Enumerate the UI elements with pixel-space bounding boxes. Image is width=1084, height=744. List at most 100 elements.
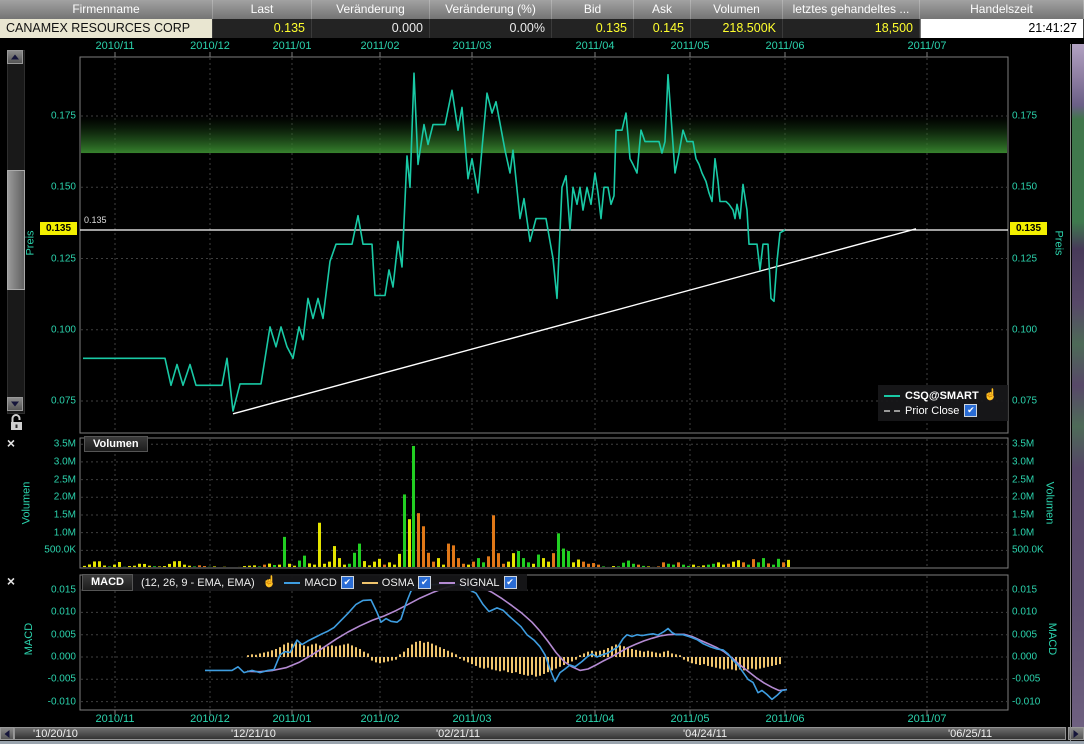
- macd-axis-tick-left: 0.000: [36, 652, 76, 663]
- volume-axis-title-left: Volumen: [20, 482, 32, 525]
- col-header-last: Last: [213, 0, 312, 19]
- drag-hand-icon[interactable]: ☝: [984, 390, 998, 401]
- macd-axis-tick-left: 0.010: [36, 607, 76, 618]
- vertical-scrollbar-thumb[interactable]: [7, 170, 25, 290]
- volume-axis-tick-left: 500.0K: [30, 545, 76, 556]
- volume-pane-title[interactable]: Volumen: [84, 436, 148, 452]
- down-arrow-icon: [11, 402, 19, 407]
- time-axis-month-bottom: 2011/03: [453, 713, 492, 725]
- volume-axis-tick-left: 3.0M: [30, 456, 76, 467]
- macd-axis-tick-right: 0.015: [1012, 585, 1037, 596]
- price-legend: CSQ@SMART ☝ Prior Close ✔: [878, 385, 1008, 421]
- scrollbar-date-label: '10/20/10: [33, 728, 78, 740]
- macd-line-swatch: [284, 582, 300, 584]
- price-axis-tick-right: 0.075: [1012, 396, 1037, 407]
- prior-close-checkbox[interactable]: ✔: [964, 404, 977, 417]
- col-header-change-pct: Veränderung (%): [430, 0, 552, 19]
- macd-axis-tick-right: -0.010: [1012, 696, 1040, 707]
- scroll-left-button[interactable]: [0, 727, 14, 740]
- bid-cell: 0.135: [552, 19, 634, 38]
- chart-canvas[interactable]: [0, 0, 1084, 744]
- col-header-bid: Bid: [552, 0, 634, 19]
- time-axis-month-bottom: 2010/12: [190, 713, 230, 725]
- macd-params: (12, 26, 9 - EMA, EMA): [141, 577, 255, 589]
- osma-line-swatch: [362, 582, 378, 584]
- volume-axis-tick-right: 1.0M: [1012, 527, 1034, 538]
- macd-pane-title[interactable]: MACD: [82, 574, 133, 591]
- drag-hand-icon[interactable]: ☝: [263, 577, 277, 588]
- right-arrow-icon: [1074, 730, 1079, 738]
- volume-axis-tick-left: 1.5M: [30, 509, 76, 520]
- price-axis-tick-right: 0.175: [1012, 111, 1037, 122]
- series-legend-label: CSQ@SMART: [905, 390, 979, 402]
- scroll-down-button[interactable]: [7, 397, 23, 411]
- horizontal-scrollbar-thumb[interactable]: '10/20/10'12/21/10'02/21/11'04/24/11'06/…: [14, 727, 1066, 740]
- col-header-volume: Volumen: [691, 0, 783, 19]
- volume-axis-tick-right: 2.5M: [1012, 474, 1034, 485]
- time-axis-month-top: 2010/12: [190, 40, 230, 52]
- macd-legend-label: MACD: [304, 577, 336, 589]
- time-axis-month-top: 2011/04: [576, 40, 615, 52]
- macd-axis-tick-left: -0.010: [36, 696, 76, 707]
- close-macd-pane-button[interactable]: ×: [4, 574, 18, 588]
- price-axis-tick-left: 0.125: [36, 253, 76, 264]
- signal-legend-item: SIGNAL ✔: [439, 576, 516, 589]
- price-axis-tick-left: 0.075: [36, 396, 76, 407]
- time-axis-month-top: 2011/07: [908, 40, 947, 52]
- left-arrow-icon: [5, 730, 10, 738]
- scroll-up-button[interactable]: [7, 50, 23, 64]
- macd-checkbox[interactable]: ✔: [341, 576, 354, 589]
- axis-labels-layer: 2010/112010/112010/122010/122011/012011/…: [0, 0, 1084, 744]
- col-header-change: Veränderung: [312, 0, 430, 19]
- time-axis-month-bottom: 2011/06: [766, 713, 805, 725]
- trade-time-cell: 21:41:27: [920, 19, 1084, 38]
- time-axis-month-top: 2011/02: [361, 40, 400, 52]
- macd-axis-title-right: MACD: [1046, 623, 1058, 655]
- time-axis-month-bottom: 2010/11: [96, 713, 135, 725]
- company-name-cell[interactable]: CANAMEX RESOURCES CORP: [0, 19, 213, 38]
- osma-checkbox[interactable]: ✔: [418, 576, 431, 589]
- macd-axis-tick-right: 0.005: [1012, 629, 1037, 640]
- chart-overview-strip[interactable]: [1072, 44, 1084, 727]
- current-price-tag-right: 0.135: [1010, 222, 1047, 235]
- signal-legend-label: SIGNAL: [459, 577, 499, 589]
- col-header-ask: Ask: [634, 0, 691, 19]
- volume-axis-title-right: Volumen: [1043, 482, 1055, 525]
- time-axis-month-top: 2011/05: [671, 40, 710, 52]
- trading-chart-window: Firmenname Last Veränderung Veränderung …: [0, 0, 1084, 744]
- time-axis-month-bottom: 2011/07: [908, 713, 947, 725]
- price-axis-title-left: Preis: [25, 230, 37, 255]
- time-axis-month-top: 2011/06: [766, 40, 805, 52]
- volume-cell: 218.500K: [691, 19, 783, 38]
- macd-legend-item: MACD ✔: [284, 576, 353, 589]
- change-cell: 0.000: [312, 19, 430, 38]
- scrollbar-date-label: '02/21/11: [436, 728, 480, 740]
- series-legend-row: CSQ@SMART ☝: [884, 388, 1002, 403]
- macd-axis-tick-right: 0.010: [1012, 607, 1037, 618]
- prior-close-label: Prior Close: [905, 405, 959, 417]
- quote-value-row[interactable]: CANAMEX RESOURCES CORP 0.135 0.000 0.00%…: [0, 19, 1084, 38]
- macd-axis-tick-right: 0.000: [1012, 652, 1037, 663]
- change-pct-cell: 0.00%: [430, 19, 552, 38]
- macd-axis-tick-left: 0.005: [36, 629, 76, 640]
- scrollbar-date-label: '12/21/10: [231, 728, 276, 740]
- last-traded-cell: 18,500: [783, 19, 920, 38]
- quote-header-row: Firmenname Last Veränderung Veränderung …: [0, 0, 1084, 19]
- volume-axis-tick-left: 3.5M: [30, 439, 76, 450]
- ask-cell: 0.145: [634, 19, 691, 38]
- price-line-label: 0.135: [84, 215, 107, 225]
- signal-checkbox[interactable]: ✔: [504, 576, 517, 589]
- volume-axis-tick-right: 1.5M: [1012, 509, 1034, 520]
- close-volume-pane-button[interactable]: ×: [4, 436, 18, 450]
- col-header-trade-time: Handelszeit: [920, 0, 1084, 19]
- volume-axis-tick-left: 2.0M: [30, 492, 76, 503]
- horizontal-scrollbar[interactable]: '10/20/10'12/21/10'02/21/11'04/24/11'06/…: [0, 727, 1084, 741]
- volume-axis-tick-left: 2.5M: [30, 474, 76, 485]
- macd-axis-tick-left: -0.005: [36, 674, 76, 685]
- time-axis-month-bottom: 2011/04: [576, 713, 615, 725]
- volume-axis-tick-right: 3.0M: [1012, 456, 1034, 467]
- window-right-edge: [1070, 44, 1071, 741]
- osma-legend-item: OSMA ✔: [362, 576, 431, 589]
- time-axis-month-top: 2011/01: [273, 40, 312, 52]
- col-header-firmenname: Firmenname: [0, 0, 213, 19]
